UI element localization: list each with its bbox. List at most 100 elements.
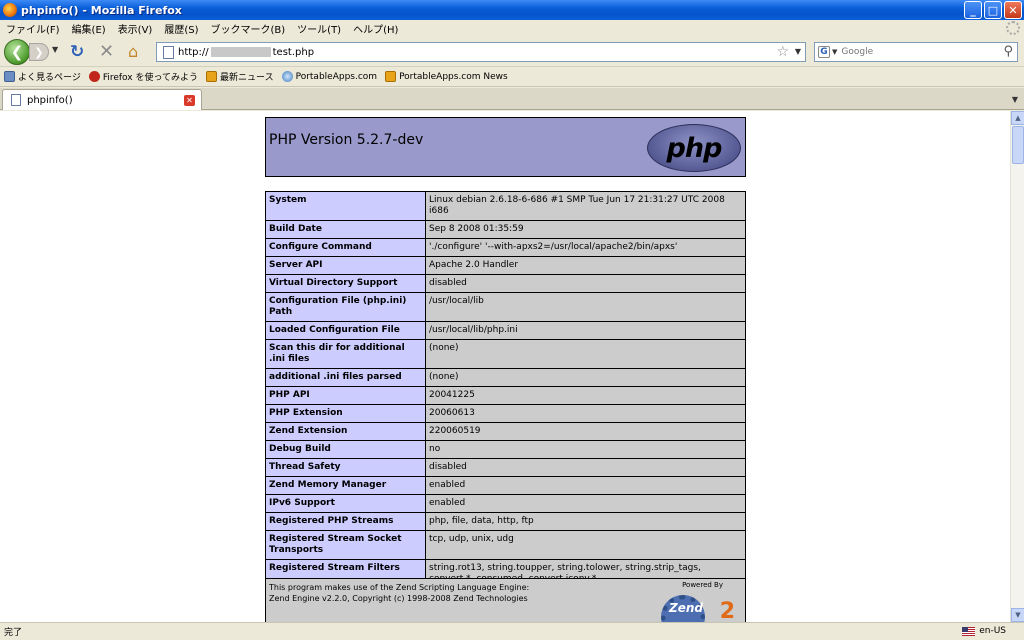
bookmark-star-icon[interactable]: ☆ (776, 44, 789, 60)
menu-view[interactable]: 表示(V) (112, 21, 159, 36)
address-bar[interactable]: http:// test.php ☆ ▼ (156, 42, 806, 62)
menu-edit[interactable]: 編集(E) (66, 21, 112, 36)
info-value: (none) (425, 368, 746, 387)
throbber-icon (1006, 21, 1020, 35)
search-magnifier-icon[interactable]: ⚲ (1003, 44, 1013, 59)
scroll-up-icon[interactable]: ▲ (1011, 111, 1024, 125)
locale-indicator[interactable]: en-US (962, 626, 1006, 636)
info-row: Configure Command './configure' '--with-a… (265, 238, 746, 257)
powered-by-label: Powered By (682, 581, 723, 589)
forward-button[interactable]: ❯ (29, 43, 49, 61)
bookmark-portableapps-news[interactable]: PortableApps.com News (385, 71, 508, 82)
stop-icon[interactable]: ✕ (99, 41, 114, 62)
php-version-title: PHP Version 5.2.7-dev (269, 132, 424, 148)
info-value: (none) (425, 339, 746, 369)
locale-label: en-US (979, 626, 1006, 636)
page-content: PHP Version 5.2.7-dev php System Linux de… (0, 111, 1010, 622)
zend-engine-box: This program makes use of the Zend Scrip… (265, 578, 746, 622)
tab-phpinfo[interactable]: phpinfo() ✕ (2, 89, 202, 110)
menu-file[interactable]: ファイル(F) (0, 21, 66, 36)
menu-help[interactable]: ヘルプ(H) (347, 21, 404, 36)
bookmark-portableapps[interactable]: PortableApps.com (281, 71, 377, 82)
menu-bookmarks[interactable]: ブックマーク(B) (205, 21, 292, 36)
back-arrow-icon: ❮ (10, 43, 24, 61)
info-row: PHP Extension 20060613 (265, 404, 746, 423)
close-button[interactable]: ✕ (1004, 1, 1022, 19)
home-icon[interactable]: ⌂ (128, 42, 138, 61)
menu-tools[interactable]: ツール(T) (291, 21, 347, 36)
history-dropdown-icon[interactable]: ▼ (52, 45, 58, 54)
info-key: Zend Extension (265, 422, 426, 441)
bookmark-label: よく見るページ (18, 73, 81, 83)
search-bar[interactable]: G ▼ ⚲ (814, 42, 1018, 62)
page-icon (11, 94, 21, 106)
php-logo[interactable]: php (647, 124, 741, 172)
globe-icon (281, 71, 293, 82)
tab-list-dropdown-icon[interactable]: ▼ (1008, 91, 1022, 107)
reload-icon[interactable]: ↻ (70, 42, 84, 62)
info-row: additional .ini files parsed (none) (265, 368, 746, 387)
url-prefix: http:// (178, 46, 209, 58)
info-row: Loaded Configuration File/usr/local/lib/… (265, 321, 746, 340)
zend-notice-line1: This program makes use of the Zend Scrip… (269, 583, 530, 592)
navigation-toolbar: ❮ ❯ ▼ ↻ ✕ ⌂ http:// test.php ☆ ▼ G ▼ ⚲ (0, 37, 1024, 67)
info-row: PHP API 20041225 (265, 386, 746, 405)
scroll-down-icon[interactable]: ▼ (1011, 608, 1024, 622)
info-row: Thread Safety disabled (265, 458, 746, 477)
zend-engine-logo[interactable]: Zend 2 (657, 593, 737, 622)
info-key: Loaded Configuration File (265, 321, 426, 340)
info-key: System (265, 191, 426, 221)
info-row: Virtual Directory Support disabled (265, 274, 746, 293)
php-version-header: PHP Version 5.2.7-dev php (265, 117, 746, 177)
zend-logo-text: Zend (669, 601, 703, 615)
bookmarks-toolbar: よく見るページ Firefox を使ってみよう 最新ニュース PortableA… (0, 67, 1024, 87)
back-button[interactable]: ❮ (4, 39, 30, 65)
info-key: Registered Stream Socket Transports (265, 530, 426, 560)
tab-close-icon[interactable]: ✕ (184, 95, 195, 106)
info-value: disabled (425, 274, 746, 293)
info-key: Configure Command (265, 238, 426, 257)
info-row: Server API Apache 2.0 Handler (265, 256, 746, 275)
firefox-bookmark-icon (88, 71, 100, 82)
url-dropdown-icon[interactable]: ▼ (795, 47, 801, 56)
info-key: IPv6 Support (265, 494, 426, 513)
info-key: Registered PHP Streams (265, 512, 426, 531)
engine-dropdown-icon[interactable]: ▼ (832, 48, 837, 56)
search-input[interactable] (841, 47, 992, 57)
folder-icon (4, 71, 15, 82)
info-value: './configure' '--with-apxs2=/usr/local/a… (425, 238, 746, 257)
php-info-table: System Linux debian 2.6.18-6-686 #1 SMP T… (265, 191, 746, 589)
bookmark-label: Firefox を使ってみよう (102, 73, 199, 83)
info-key: additional .ini files parsed (265, 368, 426, 387)
menu-bar: ファイル(F) 編集(E) 表示(V) 履歴(S) ブックマーク(B) ツール(… (0, 20, 1024, 37)
status-bar: 完了 en-US (0, 622, 1024, 640)
rss-feed-icon (385, 71, 397, 82)
info-value: 220060519 (425, 422, 746, 441)
status-text: 完了 (4, 628, 23, 638)
minimize-button[interactable]: _ (964, 1, 982, 19)
info-row: Zend Extension 220060519 (265, 422, 746, 441)
info-row: Debug Build no (265, 440, 746, 459)
zend-notice-line2: Zend Engine v2.2.0, Copyright (c) 1998-2… (269, 594, 528, 603)
menu-history[interactable]: 履歴(S) (158, 21, 204, 36)
maximize-button[interactable]: □ (984, 1, 1002, 19)
bookmark-latest-news[interactable]: 最新ニュース (206, 70, 274, 83)
scroll-thumb[interactable] (1012, 126, 1024, 164)
us-flag-icon (962, 626, 976, 636)
zend-notice: This program makes use of the Zend Scrip… (269, 582, 529, 604)
url-redacted-host (210, 47, 271, 57)
info-key: Server API (265, 256, 426, 275)
info-key: Configuration File (php.ini) Path (265, 292, 426, 322)
info-key: Scan this dir for additional .ini files (265, 339, 426, 369)
info-row: Configuration File (php.ini) Path/usr/lo… (265, 292, 746, 322)
google-icon[interactable]: G (818, 46, 830, 58)
bookmark-most-visited[interactable]: よく見るページ (4, 70, 81, 83)
bookmark-getting-started[interactable]: Firefox を使ってみよう (88, 70, 199, 83)
info-key: Thread Safety (265, 458, 426, 477)
title-bar: phpinfo() - Mozilla Firefox _ □ ✕ (0, 0, 1024, 20)
browser-window: phpinfo() - Mozilla Firefox _ □ ✕ ファイル(F… (0, 0, 1024, 640)
vertical-scrollbar[interactable]: ▲ ▼ (1010, 111, 1024, 622)
info-value: enabled (425, 494, 746, 513)
forward-arrow-icon: ❯ (34, 45, 44, 59)
info-row: Registered PHP Streams php, file, data, h… (265, 512, 746, 531)
